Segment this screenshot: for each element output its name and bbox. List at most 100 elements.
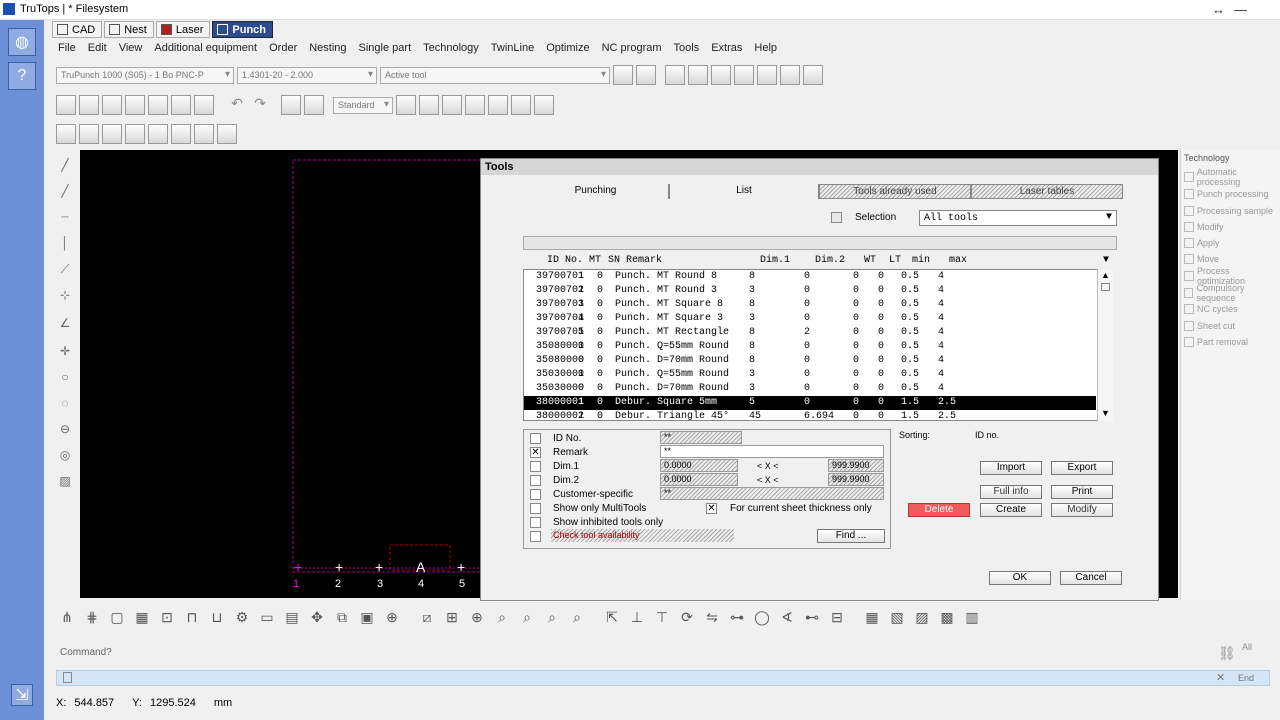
- rectangle-icon[interactable]: ▭: [256, 606, 278, 628]
- tool-combo[interactable]: Active tool: [380, 66, 610, 84]
- align-icon[interactable]: ⊥: [626, 606, 648, 628]
- selection-checkbox[interactable]: [831, 212, 842, 223]
- line-angle-icon[interactable]: ╱: [56, 184, 74, 202]
- gear-tool-icon[interactable]: [534, 95, 554, 115]
- table-row[interactable]: 39700701 3 0 Punch. MT Square 8 8 0 0 0 0.5 4: [524, 298, 1096, 312]
- sheet-move-icon[interactable]: [148, 124, 168, 144]
- scroll-up-icon[interactable]: ▲: [1101, 270, 1110, 280]
- dim2-max-field[interactable]: 999.9900: [828, 473, 884, 486]
- circle-icon[interactable]: ○: [56, 370, 74, 388]
- export-button[interactable]: Export: [1051, 461, 1113, 475]
- end-label[interactable]: End: [1238, 673, 1254, 683]
- circle-measure-icon[interactable]: ◯: [751, 606, 773, 628]
- filter-customer-checkbox[interactable]: [530, 489, 541, 500]
- filter-remark-checkbox[interactable]: ✕: [530, 447, 541, 458]
- full-info-button[interactable]: Full info: [980, 485, 1042, 499]
- menu-order[interactable]: Order: [263, 40, 303, 58]
- tool-list[interactable]: 39700701 1 0 Punch. MT Round 8 8 0 0 0 0.5 4 39700…: [523, 269, 1113, 424]
- tab-tools-already-used[interactable]: Tools already used: [819, 184, 971, 199]
- filter-multitools-checkbox[interactable]: [530, 503, 541, 514]
- menu-additional-equipment[interactable]: Additional equipment: [148, 40, 263, 58]
- new-icon[interactable]: [56, 95, 76, 115]
- minimize-icon[interactable]: —: [1234, 2, 1247, 17]
- panel-item-part-removal[interactable]: Part removal: [1184, 335, 1280, 349]
- menu-nc-program[interactable]: NC program: [596, 40, 668, 58]
- menu-extras[interactable]: Extras: [705, 40, 748, 58]
- zoom-box-icon[interactable]: ⊞: [441, 606, 463, 628]
- copy-part-icon[interactable]: ⧉: [331, 606, 353, 628]
- sheet-grid-icon[interactable]: [803, 65, 823, 85]
- table-row[interactable]: 38000001 2 0 Debur. Triangle 45° 45 6.694 0 0 1.…: [524, 410, 1096, 424]
- grid-snap-icon[interactable]: ▦: [131, 606, 153, 628]
- sheet-thickness-checkbox[interactable]: ✕: [706, 503, 717, 514]
- circle-ring-icon[interactable]: ◎: [56, 448, 74, 466]
- circle-point-icon[interactable]: ⊖: [56, 422, 74, 440]
- tab-nest[interactable]: Nest: [104, 21, 154, 38]
- table-row[interactable]: 38000001 1 0 Debur. Square 5mm 5 0 0 0 1.5 2.5: [524, 396, 1096, 410]
- part-copy-icon[interactable]: [711, 65, 731, 85]
- filter-dim2-checkbox[interactable]: [530, 475, 541, 486]
- sheet-cut-icon[interactable]: [171, 124, 191, 144]
- table-row[interactable]: 35080000 0 0 Punch. D=70mm Round 8 0 0 0 0.5 4: [524, 354, 1096, 368]
- zoom-frame-icon[interactable]: ⊡: [156, 606, 178, 628]
- menu-edit[interactable]: Edit: [82, 40, 113, 58]
- dash-line-icon[interactable]: ┈: [56, 210, 74, 228]
- grid-icon[interactable]: [281, 95, 301, 115]
- tab-laser-tables[interactable]: Laser tables: [971, 184, 1123, 199]
- panel-item-compulsory-sequence[interactable]: Compulsory sequence: [1184, 283, 1280, 303]
- measure-distance-icon[interactable]: ⊶: [726, 606, 748, 628]
- circle-center-icon[interactable]: ◌: [56, 396, 74, 414]
- delete-button[interactable]: Delete: [908, 503, 970, 517]
- sheet-icon[interactable]: [734, 65, 754, 85]
- link-icon[interactable]: ⛓: [1218, 645, 1236, 662]
- panel-item-processing-sample[interactable]: Processing sample: [1184, 204, 1280, 218]
- angle-measure-icon[interactable]: ∢: [776, 606, 798, 628]
- zoom-icon[interactable]: ⌕: [491, 606, 513, 628]
- exit-icon[interactable]: ⇲: [11, 684, 33, 706]
- pointer-icon[interactable]: [304, 95, 324, 115]
- create-button[interactable]: Create: [980, 503, 1042, 517]
- dimension-icon[interactable]: ⊷: [801, 606, 823, 628]
- gear-icon[interactable]: [488, 95, 508, 115]
- grid-move-icon[interactable]: ▩: [936, 606, 958, 628]
- sheet-copy-icon[interactable]: [125, 124, 145, 144]
- panel-item-sheet-cut[interactable]: Sheet cut: [1184, 319, 1280, 333]
- panel-item-modify[interactable]: Modify: [1184, 220, 1280, 234]
- zoom-all-icon[interactable]: ⌕: [566, 606, 588, 628]
- hatch-icon[interactable]: ▨: [56, 474, 74, 492]
- dim1-min-field[interactable]: 0.0000: [660, 459, 738, 472]
- menu-tools[interactable]: Tools: [668, 40, 706, 58]
- part-frame-icon[interactable]: ⊓: [181, 606, 203, 628]
- table-row[interactable]: 35030000 0 0 Punch. D=70mm Round 3 0 0 0 0.5 4: [524, 382, 1096, 396]
- redo-icon[interactable]: ↷: [250, 95, 270, 115]
- filter-id-checkbox[interactable]: [530, 433, 541, 444]
- snap-point-icon[interactable]: ⋕: [81, 606, 103, 628]
- restore-icon[interactable]: ↔: [1212, 2, 1225, 17]
- panel-item-punch-processing[interactable]: Punch processing: [1184, 187, 1280, 201]
- zoom-in-icon[interactable]: ⊕: [466, 606, 488, 628]
- grid-view-icon[interactable]: ▦: [861, 606, 883, 628]
- material-combo[interactable]: 1.4301-20 - 2.000: [237, 66, 377, 84]
- settings-icon[interactable]: ⚙: [231, 606, 253, 628]
- menu-twinline[interactable]: TwinLine: [485, 40, 540, 58]
- layer-icon[interactable]: [442, 95, 462, 115]
- sheet-new-icon[interactable]: [79, 124, 99, 144]
- list-scrollbar[interactable]: ▲ ▼: [1097, 269, 1113, 421]
- vertical-line-icon[interactable]: │: [56, 236, 74, 254]
- tab-cad[interactable]: CAD: [52, 21, 103, 38]
- panel-item-process-optimization[interactable]: Process optimization: [1184, 266, 1280, 286]
- all-label[interactable]: All: [1242, 642, 1252, 652]
- export-icon[interactable]: [148, 95, 168, 115]
- panel-item-nc-cycles[interactable]: NC cycles: [1184, 302, 1280, 316]
- tree-icon[interactable]: [171, 95, 191, 115]
- table-row[interactable]: 39700701 4 0 Punch. MT Square 3 3 0 0 0 0.5 4: [524, 312, 1096, 326]
- globe-icon[interactable]: ◍: [8, 28, 36, 56]
- menu-nesting[interactable]: Nesting: [303, 40, 352, 58]
- command-input[interactable]: [56, 670, 1270, 686]
- sheet-grid2-icon[interactable]: [102, 124, 122, 144]
- zoom-out-icon[interactable]: ⌕: [516, 606, 538, 628]
- angle-icon[interactable]: ∠: [56, 316, 74, 334]
- table-row[interactable]: 39700701 1 0 Punch. MT Round 8 8 0 0 0 0.5 4: [524, 270, 1096, 284]
- panel-item-move[interactable]: Move: [1184, 252, 1280, 266]
- line-icon[interactable]: ╱: [56, 158, 74, 176]
